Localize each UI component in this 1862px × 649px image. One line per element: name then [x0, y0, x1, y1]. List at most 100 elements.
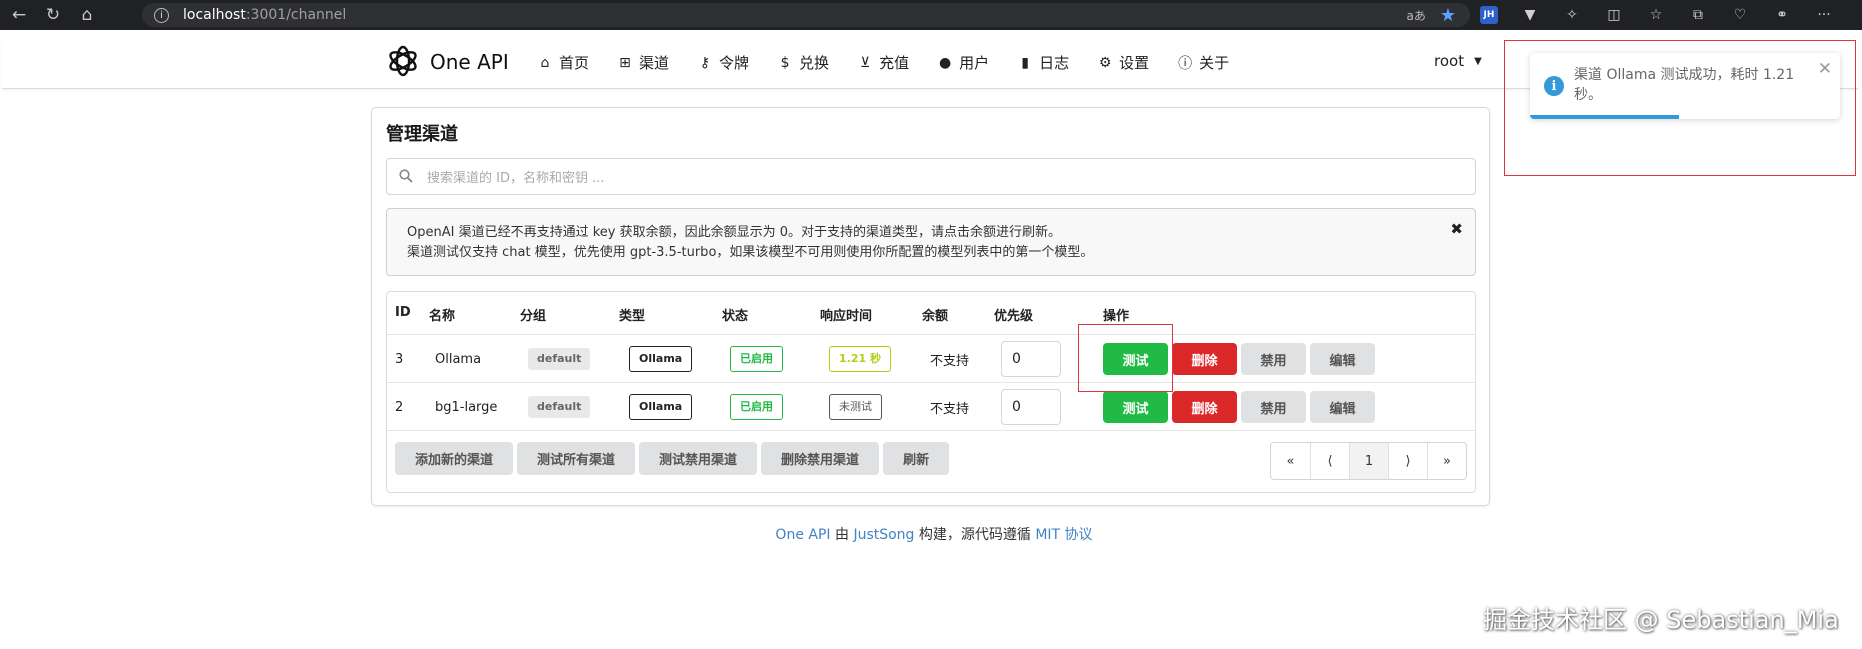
nav-user[interactable]: ● 用户	[937, 52, 989, 73]
nav-token[interactable]: ⚷ 令牌	[697, 52, 749, 73]
toast-close-icon[interactable]: ✕	[1818, 59, 1832, 79]
key-icon: ⚷	[699, 54, 711, 71]
nav-label: 用户	[959, 54, 990, 72]
nav-settings[interactable]: ⚙ 设置	[1097, 52, 1149, 73]
toast-notification[interactable]: i 渠道 Ollama 测试成功，耗时 1.21 秒。 ✕	[1530, 53, 1840, 119]
col-type[interactable]: 类型	[619, 305, 645, 324]
gear-icon: ⚙	[1098, 54, 1112, 71]
extensions-icon[interactable]: ✧	[1562, 5, 1582, 25]
table-footer-actions: 添加新的渠道 测试所有渠道 测试禁用渠道 删除禁用渠道 刷新	[395, 442, 950, 475]
nav-home[interactable]: ⌂ 首页	[537, 52, 589, 73]
cell-id: 2	[395, 399, 404, 415]
footer-brand-link[interactable]: One API	[775, 527, 830, 543]
book-icon: ▮	[1021, 54, 1029, 71]
edit-button[interactable]: 编辑	[1310, 391, 1375, 423]
openai-logo-icon[interactable]	[385, 43, 421, 79]
toast-progress-bar	[1530, 115, 1840, 119]
collections-icon[interactable]: ⧉	[1688, 5, 1708, 25]
search-icon	[399, 169, 413, 183]
col-balance[interactable]: 余额	[922, 305, 948, 324]
cell-balance[interactable]: 不支持	[930, 335, 969, 383]
page-footer: One API 由 JustSong 构建，源代码遵循 MIT 协议	[0, 524, 1862, 544]
nav-label: 首页	[559, 54, 590, 72]
home-button-icon[interactable]: ⌂	[72, 0, 102, 30]
favorite-star-icon[interactable]: ★	[1440, 5, 1456, 26]
response-time-badge[interactable]: 1.21 秒	[829, 346, 891, 372]
status-badge: 已启用	[730, 394, 783, 420]
test-button[interactable]: 测试	[1103, 391, 1168, 423]
nav-label: 日志	[1039, 54, 1070, 72]
main-menu: ⌂ 首页 ⊞ 渠道 ⚷ 令牌 $ 兑换 ⊻ 充值 ● 用户 ▮ 日志 ⚙ 设置 ⓘ 关于	[537, 52, 1257, 73]
page-title: 管理渠道	[386, 124, 458, 145]
col-status[interactable]: 状态	[722, 305, 748, 324]
col-id[interactable]: ID	[395, 305, 411, 320]
home-icon: ⌂	[540, 54, 550, 71]
test-disabled-button[interactable]: 测试禁用渠道	[639, 442, 758, 475]
reader-mode-icon[interactable]: aあ	[1407, 7, 1426, 24]
nav-log[interactable]: ▮ 日志	[1017, 52, 1069, 73]
address-bar[interactable]: i localhost:3001/channel aあ ★	[142, 3, 1470, 27]
disable-button[interactable]: 禁用	[1241, 391, 1306, 423]
delete-button[interactable]: 删除	[1172, 391, 1237, 423]
vue-extension-icon[interactable]: ▼	[1520, 5, 1540, 25]
more-menu-icon[interactable]: ···	[1814, 5, 1834, 25]
cart-icon: ⊻	[859, 54, 871, 71]
page-button[interactable]: 1	[1349, 443, 1388, 479]
test-button-highlight-box	[1078, 324, 1173, 392]
search-input[interactable]: 搜索渠道的 ID，名称和密钥 ...	[386, 158, 1476, 195]
col-priority[interactable]: 优先级	[994, 305, 1033, 324]
add-channel-button[interactable]: 添加新的渠道	[395, 442, 514, 475]
footer-author-link[interactable]: JustSong	[853, 527, 914, 543]
col-response[interactable]: 响应时间	[820, 305, 872, 324]
group-badge: default	[528, 396, 591, 418]
back-icon[interactable]: ←	[4, 0, 34, 30]
reload-icon[interactable]: ↻	[38, 0, 68, 30]
last-page-button[interactable]: »	[1427, 443, 1466, 479]
username: root	[1434, 52, 1465, 70]
col-group[interactable]: 分组	[520, 305, 546, 324]
health-icon[interactable]: ♡	[1730, 5, 1750, 25]
cell-name: Ollama	[435, 351, 482, 367]
refresh-button[interactable]: 刷新	[883, 442, 950, 475]
nav-channel[interactable]: ⊞ 渠道	[617, 52, 669, 73]
watermark: 掘金技术社区 @ Sebastian_Mia	[1483, 606, 1839, 634]
nav-label: 关于	[1199, 54, 1230, 72]
jh-extension-icon[interactable]: JH	[1480, 6, 1498, 24]
nav-redeem[interactable]: $ 兑换	[777, 52, 829, 73]
delete-button[interactable]: 删除	[1172, 343, 1237, 375]
priority-input[interactable]: 0	[1001, 389, 1061, 425]
channel-table: ID 名称 分组 类型 状态 响应时间 余额 优先级 操作 3 Ollama d…	[386, 291, 1476, 493]
delete-disabled-button[interactable]: 删除禁用渠道	[761, 442, 880, 475]
status-badge: 已启用	[730, 346, 783, 372]
nav-label: 设置	[1119, 54, 1150, 72]
prev-page-button[interactable]: ⟨	[1310, 443, 1349, 479]
nav-about[interactable]: ⓘ 关于	[1177, 52, 1229, 73]
nav-label: 兑换	[799, 54, 830, 72]
priority-input[interactable]: 0	[1001, 341, 1061, 377]
channel-card: 管理渠道 搜索渠道的 ID，名称和密钥 ... OpenAI 渠道已经不再支持通…	[371, 107, 1490, 506]
user-dropdown[interactable]: root ▼	[1434, 52, 1482, 70]
url-host: localhost	[183, 7, 246, 23]
favorites-icon[interactable]: ☆	[1646, 5, 1666, 25]
response-time-badge[interactable]: 未测试	[829, 394, 882, 420]
site-info-icon[interactable]: i	[154, 7, 169, 23]
search-placeholder: 搜索渠道的 ID，名称和密钥 ...	[427, 171, 605, 186]
col-name[interactable]: 名称	[429, 305, 455, 324]
notice-close-icon[interactable]: ✖	[1450, 219, 1463, 239]
split-screen-icon[interactable]: ◫	[1604, 5, 1624, 25]
cell-balance[interactable]: 不支持	[930, 383, 969, 431]
table-row: 2 bg1-large default Ollama 已启用 未测试 不支持 0…	[387, 383, 1475, 431]
edit-button[interactable]: 编辑	[1310, 343, 1375, 375]
nav-topup[interactable]: ⊻ 充值	[857, 52, 909, 73]
cell-id: 3	[395, 351, 404, 367]
notice-line: OpenAI 渠道已经不再支持通过 key 获取余额，因此余额显示为 0。对于支…	[407, 225, 1062, 240]
test-all-button[interactable]: 测试所有渠道	[517, 442, 636, 475]
first-page-button[interactable]: «	[1271, 443, 1310, 479]
footer-license-link[interactable]: MIT 协议	[1035, 527, 1092, 543]
copilot-icon[interactable]: ⚭	[1772, 5, 1792, 25]
brand-name[interactable]: One API	[430, 50, 509, 74]
disable-button[interactable]: 禁用	[1241, 343, 1306, 375]
next-page-button[interactable]: ⟩	[1388, 443, 1427, 479]
footer-text: 构建，源代码遵循	[918, 527, 1031, 543]
col-actions: 操作	[1103, 309, 1130, 324]
